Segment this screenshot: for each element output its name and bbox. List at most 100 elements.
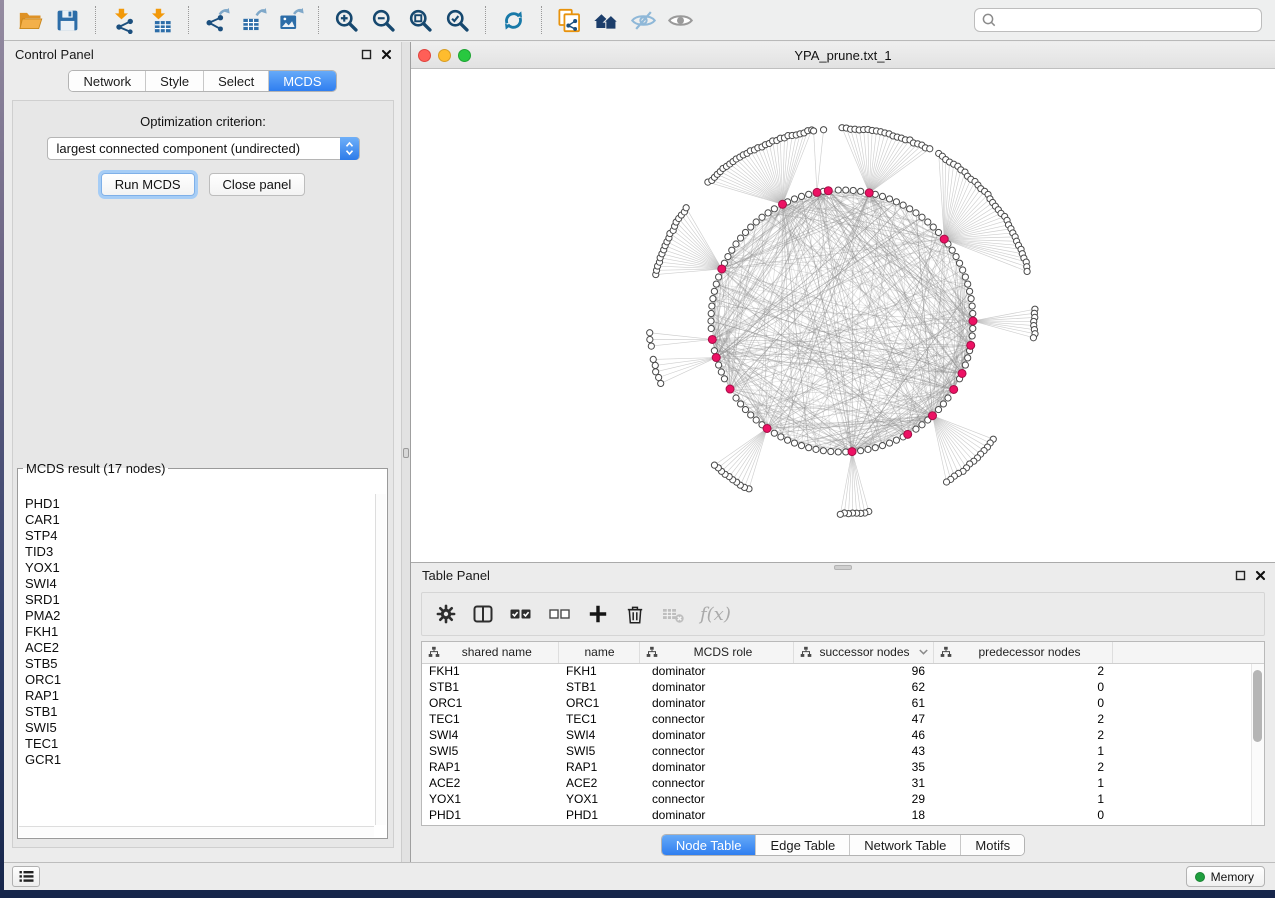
memory-label: Memory [1211,870,1254,884]
list-horizontal-scrollbar[interactable] [19,826,374,837]
export-network-icon[interactable] [203,7,230,34]
hide-selected-icon[interactable] [630,7,657,34]
column-header-predecessor-nodes[interactable]: predecessor nodes [933,642,1112,663]
table-row[interactable]: STB1STB1dominator620 [422,679,1264,695]
column-header-mcds-role[interactable]: MCDS role [639,642,793,663]
mcds-result-group: MCDS result (17 nodes) PHD1CAR1STP4TID3Y… [17,461,388,839]
column-type-icon [940,646,952,658]
control-panel: Control Panel NetworkStyleSelectMCDS Opt… [4,42,401,862]
zoom-selected-icon[interactable] [444,7,471,34]
float-table-panel-icon[interactable] [1235,570,1246,581]
function-builder-icon[interactable]: f(x) [700,604,731,625]
cell-name: STB1 [558,679,639,695]
column-header-name[interactable]: name [558,642,639,663]
mcds-result-item[interactable]: SWI5 [25,720,374,736]
first-neighbors-icon[interactable] [593,7,620,34]
list-vertical-scrollbar[interactable] [375,494,386,825]
mcds-result-item[interactable]: TEC1 [25,736,374,752]
mcds-result-item[interactable]: CAR1 [25,512,374,528]
mcds-result-item[interactable]: STB1 [25,704,374,720]
mcds-result-item[interactable]: PHD1 [25,496,374,512]
mcds-result-list[interactable]: PHD1CAR1STP4TID3YOX1SWI4SRD1PMA2FKH1ACE2… [19,494,374,825]
mcds-result-item[interactable]: PMA2 [25,608,374,624]
delete-icon[interactable] [624,603,646,625]
column-header-successor-nodes[interactable]: successor nodes [793,642,933,663]
table-row[interactable]: RAP1RAP1dominator352 [422,759,1264,775]
tab-node-table[interactable]: Node Table [662,835,757,855]
mcds-result-item[interactable]: YOX1 [25,560,374,576]
tab-network[interactable]: Network [69,71,146,91]
node-table-container: shared namenameMCDS rolesuccessor nodesp… [421,641,1265,826]
save-session-icon[interactable] [54,7,81,34]
float-panel-icon[interactable] [361,49,372,60]
close-panel-icon[interactable] [381,49,392,60]
mcds-result-item[interactable]: ACE2 [25,640,374,656]
settings-gear-icon[interactable] [435,603,457,625]
table-row[interactable]: SWI4SWI4dominator462 [422,727,1264,743]
splitter-handle-icon[interactable] [403,448,409,458]
import-network-icon[interactable] [110,7,137,34]
close-table-panel-icon[interactable] [1255,570,1266,581]
tab-style[interactable]: Style [146,71,204,91]
cell-filler [1112,663,1264,679]
cell-shared-name: YOX1 [422,791,558,807]
export-image-icon[interactable] [277,7,304,34]
cell-name: FKH1 [558,663,639,679]
mcds-result-item[interactable]: STP4 [25,528,374,544]
mcds-result-item[interactable]: SWI4 [25,576,374,592]
deselect-all-icon[interactable] [548,603,572,625]
close-panel-button[interactable]: Close panel [209,173,306,196]
task-history-button[interactable] [12,866,40,887]
open-file-icon[interactable] [17,7,44,34]
panel-splitter[interactable] [401,42,411,862]
export-table-icon[interactable] [240,7,267,34]
cell-predecessor-nodes: 2 [933,663,1112,679]
show-all-icon[interactable] [667,7,694,34]
cell-successor-nodes: 61 [793,695,933,711]
split-table-icon[interactable] [472,603,494,625]
table-row[interactable]: TEC1TEC1connector472 [422,711,1264,727]
memory-button[interactable]: Memory [1186,866,1265,887]
cell-successor-nodes: 29 [793,791,933,807]
table-row[interactable]: YOX1YOX1connector291 [422,791,1264,807]
tab-select[interactable]: Select [204,71,269,91]
optimization-criterion-select[interactable]: largest connected component (undirected) [47,137,360,160]
tab-network-table[interactable]: Network Table [850,835,961,855]
zoom-out-icon[interactable] [370,7,397,34]
cell-name: SWI4 [558,727,639,743]
table-row[interactable]: FKH1FKH1dominator962 [422,663,1264,679]
add-icon[interactable] [587,603,609,625]
tab-edge-table[interactable]: Edge Table [756,835,850,855]
mcds-result-item[interactable]: ORC1 [25,672,374,688]
select-all-icon[interactable] [509,603,533,625]
mcds-result-item[interactable]: STB5 [25,656,374,672]
zoom-fit-icon[interactable] [407,7,434,34]
select-stepper-icon [340,137,359,160]
mcds-result-item[interactable]: TID3 [25,544,374,560]
mcds-result-title: MCDS result (17 nodes) [23,461,168,476]
column-header-shared-name[interactable]: shared name [422,642,558,663]
table-row[interactable]: ACE2ACE2connector311 [422,775,1264,791]
zoom-in-icon[interactable] [333,7,360,34]
network-canvas[interactable] [411,69,1275,562]
update-network-icon[interactable] [500,7,527,34]
cell-filler [1112,807,1264,823]
import-table-icon[interactable] [147,7,174,34]
search-input[interactable] [997,10,1255,30]
tab-motifs[interactable]: Motifs [961,835,1024,855]
mcds-panel: Optimization criterion: largest connecte… [12,100,394,848]
table-row[interactable]: PHD1PHD1dominator180 [422,807,1264,823]
duplicate-network-icon[interactable] [556,7,583,34]
mcds-result-item[interactable]: SRD1 [25,592,374,608]
mcds-result-item[interactable]: FKH1 [25,624,374,640]
table-row[interactable]: ORC1ORC1dominator610 [422,695,1264,711]
mcds-result-item[interactable]: RAP1 [25,688,374,704]
cell-predecessor-nodes: 2 [933,759,1112,775]
mcds-result-item[interactable]: GCR1 [25,752,374,768]
table-scrollbar-thumb[interactable] [1253,670,1262,742]
tab-mcds[interactable]: MCDS [269,71,335,91]
cell-filler [1112,775,1264,791]
table-row[interactable]: SWI5SWI5connector431 [422,743,1264,759]
delete-table-icon[interactable] [661,603,685,625]
run-mcds-button[interactable]: Run MCDS [101,173,195,196]
